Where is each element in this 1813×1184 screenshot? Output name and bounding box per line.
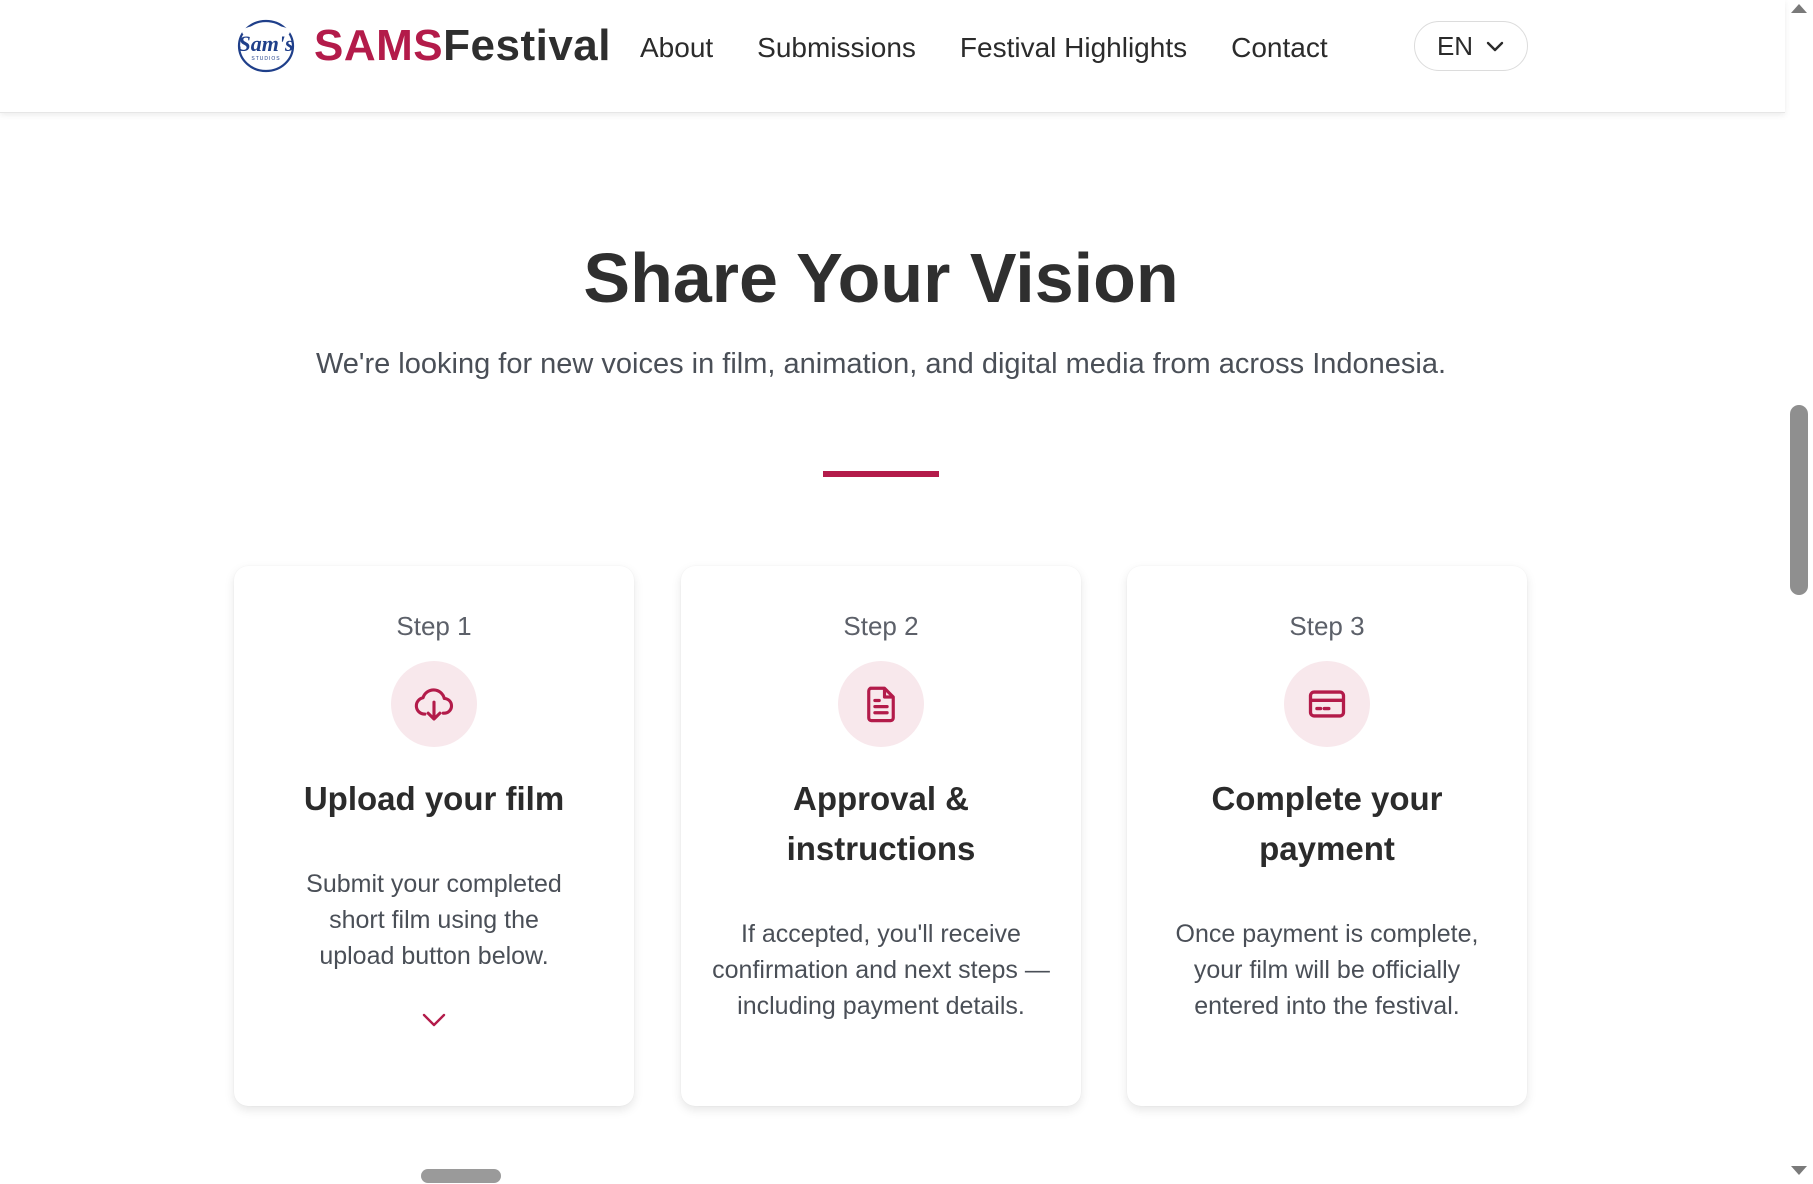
step-label: Step 1: [396, 611, 472, 641]
nav-link-about[interactable]: About: [640, 32, 713, 64]
horizontal-scrollbar-thumb[interactable]: [421, 1169, 501, 1183]
scroll-to-upload-button[interactable]: [420, 1010, 448, 1035]
credit-card-icon: [1308, 690, 1346, 718]
scroll-up-arrow-icon[interactable]: [1791, 4, 1807, 13]
step-title: Complete your payment: [1211, 780, 1443, 867]
brand-name-part1: SAMS: [314, 21, 444, 70]
language-selector[interactable]: EN: [1414, 21, 1528, 71]
step-icon-circle: [838, 661, 924, 747]
step-card-3: Step 3 Complete your payment Once paymen…: [1127, 566, 1527, 1106]
site-logo[interactable]: Sam's STUDIOS SAMSFestival: [230, 18, 611, 74]
step-card-1: Step 1 Upload your film Submit your comp…: [234, 566, 634, 1106]
step-description: Once payment is complete, your film will…: [1175, 920, 1479, 1020]
step-description: If accepted, you'll receive confirmation…: [712, 920, 1050, 1020]
nav-link-festival-highlights[interactable]: Festival Highlights: [960, 32, 1187, 64]
step-card-2: Step 2 Approval & instructions If accept…: [681, 566, 1081, 1106]
nav-link-submissions[interactable]: Submissions: [757, 32, 916, 64]
step-title: Approval & instructions: [786, 780, 976, 867]
language-selected-value: EN: [1436, 30, 1474, 61]
step-icon-circle: [391, 661, 477, 747]
brand-name-part2: Festival: [443, 21, 611, 70]
page: Sam's STUDIOS SAMSFestival About Submiss…: [0, 0, 1813, 1184]
logo-badge-icon: Sam's STUDIOS: [237, 19, 295, 73]
page-subtitle: We're looking for new voices in film, an…: [315, 348, 1447, 380]
sams-studios-logo-badge: Sam's STUDIOS: [230, 18, 302, 74]
cloud-download-icon: [414, 688, 454, 721]
step-description: Submit your completed short film using t…: [306, 870, 562, 970]
brand-name: SAMSFestival: [314, 18, 611, 74]
scroll-down-arrow-icon[interactable]: [1791, 1166, 1807, 1175]
chevron-down-icon: [1486, 41, 1504, 52]
svg-text:STUDIOS: STUDIOS: [251, 56, 280, 62]
chevron-down-icon: [422, 1013, 446, 1027]
page-title: Share Your Vision: [583, 239, 1179, 317]
vertical-scrollbar-thumb[interactable]: [1790, 405, 1808, 595]
step-icon-circle: [1284, 661, 1370, 747]
main-nav: About Submissions Festival Highlights Co…: [640, 24, 1372, 72]
document-icon: [867, 686, 895, 723]
nav-link-contact[interactable]: Contact: [1231, 32, 1328, 64]
step-label: Step 2: [843, 611, 919, 641]
svg-text:Sam's: Sam's: [238, 31, 293, 56]
site-header: Sam's STUDIOS SAMSFestival About Submiss…: [0, 0, 1785, 113]
step-label: Step 3: [1289, 611, 1365, 641]
accent-divider: [823, 471, 939, 477]
step-title: Upload your film: [303, 780, 565, 817]
